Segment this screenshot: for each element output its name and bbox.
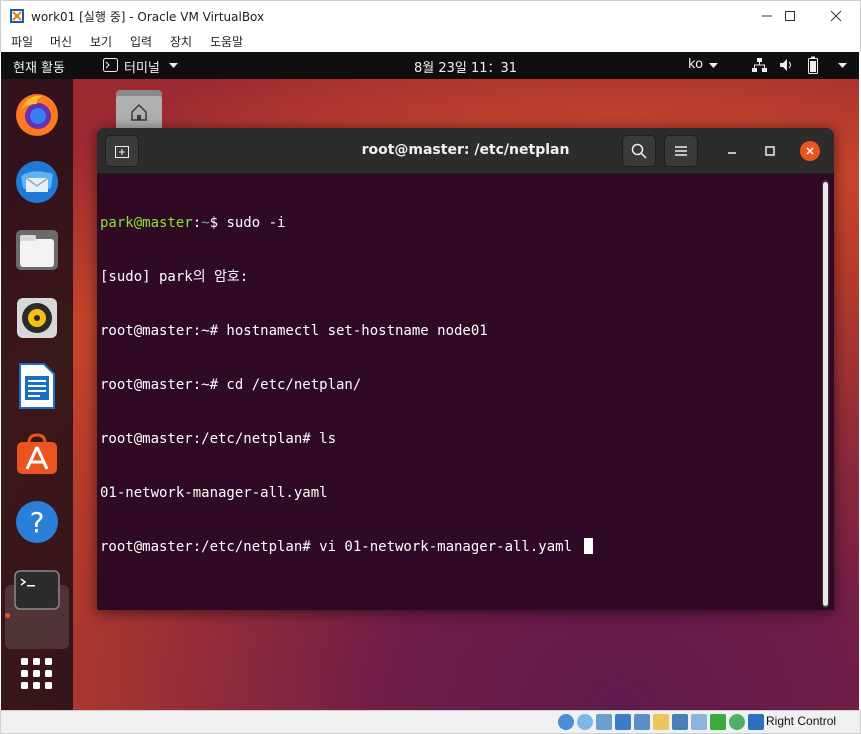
scrollbar-thumb[interactable] — [823, 182, 828, 606]
network-icon[interactable] — [751, 57, 767, 73]
terminal-minimize-button[interactable] — [722, 141, 742, 161]
terminal-line: park@master:~$ sudo -i — [100, 214, 820, 232]
maximize-button[interactable] — [767, 1, 813, 31]
terminal-line: 01-network-manager-all.yaml — [100, 485, 328, 501]
network-adapter-icon[interactable] — [615, 714, 631, 730]
dock: ? — [1, 79, 73, 710]
menu-file[interactable]: 파일 — [11, 33, 33, 50]
close-icon — [806, 147, 814, 155]
svg-text:?: ? — [30, 506, 45, 539]
audio-icon[interactable] — [596, 714, 612, 730]
shared-folders-icon[interactable] — [653, 714, 669, 730]
gnome-topbar: 현재 활동 터미널 8월 23일 11：31 ko — [1, 52, 859, 79]
mouse-integration-icon[interactable] — [729, 714, 745, 730]
cpu-virtualization-icon[interactable] — [710, 714, 726, 730]
home-folder-icon[interactable] — [115, 88, 163, 132]
dock-firefox[interactable] — [12, 89, 62, 139]
prompt-separator: : — [192, 215, 202, 231]
chevron-down-icon — [169, 63, 178, 68]
terminal-window: root@master: /etc/netplan park@master:~$… — [97, 128, 834, 610]
terminal-headerbar: root@master: /etc/netplan — [97, 128, 834, 174]
help-icon: ? — [16, 501, 58, 543]
hard-disk-icon[interactable] — [558, 714, 574, 730]
minimize-icon — [728, 152, 736, 154]
vbox-titlebar: work01 [실행 중] - Oracle VM VirtualBox — [0, 0, 861, 30]
close-icon — [830, 10, 842, 22]
search-icon — [631, 143, 647, 159]
dock-software[interactable] — [12, 429, 62, 479]
menu-input[interactable]: 입력 — [130, 33, 152, 50]
terminal-line: [sudo] park의 암호: — [100, 269, 249, 285]
input-method[interactable]: ko — [688, 57, 703, 72]
battery-icon[interactable] — [807, 56, 819, 74]
volume-icon[interactable] — [779, 58, 795, 72]
dock-terminal[interactable] — [12, 565, 62, 615]
terminal-line: root@master:/etc/netplan# vi 01-network-… — [100, 538, 820, 556]
dock-help[interactable]: ? — [12, 497, 62, 547]
close-button[interactable] — [813, 1, 859, 31]
activities-button[interactable]: 현재 활동 — [13, 57, 65, 76]
terminal-close-button[interactable] — [800, 141, 820, 161]
maximize-icon — [765, 146, 775, 156]
prompt-path: ~ — [201, 215, 210, 231]
command-text: root@master:/etc/netplan# vi 01-network-… — [100, 539, 581, 555]
rhythmbox-icon — [17, 298, 57, 338]
terminal-line: root@master:~# cd /etc/netplan/ — [100, 377, 362, 393]
chevron-down-icon — [709, 63, 718, 68]
terminal-output[interactable]: park@master:~$ sudo -i [sudo] park의 암호: … — [100, 178, 820, 598]
menu-devices[interactable]: 장치 — [170, 33, 192, 50]
terminal-small-icon — [103, 58, 118, 72]
clock[interactable]: 8월 23일 11：31 — [414, 57, 517, 76]
prompt-user: park@master — [100, 215, 193, 231]
app-menu-button[interactable]: 터미널 — [124, 57, 160, 76]
vbox-statusbar: Right Control — [0, 710, 861, 734]
menu-help[interactable]: 도움말 — [210, 33, 243, 50]
search-button[interactable] — [622, 135, 656, 167]
software-icon — [17, 433, 57, 474]
usb-icon[interactable] — [634, 714, 650, 730]
optical-drive-icon[interactable] — [577, 714, 593, 730]
show-applications-button[interactable] — [12, 649, 62, 699]
terminal-maximize-button[interactable] — [760, 141, 780, 161]
prompt-symbol: $ — [209, 215, 227, 231]
maximize-icon — [785, 11, 795, 21]
dock-writer[interactable] — [12, 361, 62, 411]
guest-screen: 현재 활동 터미널 8월 23일 11：31 ko ? root@master:… — [1, 52, 859, 710]
recording-icon[interactable] — [691, 714, 707, 730]
terminal-line: root@master:/etc/netplan# ls — [100, 431, 337, 447]
dock-files[interactable] — [12, 225, 62, 275]
virtualbox-icon — [10, 9, 24, 23]
command-text: sudo -i — [226, 215, 286, 231]
vbox-menubar: 파일 머신 보기 입력 장치 도움말 — [0, 30, 861, 52]
menu-view[interactable]: 보기 — [90, 33, 112, 50]
host-key-label: Right Control — [766, 714, 837, 728]
display-icon[interactable] — [672, 714, 688, 730]
text-cursor — [584, 538, 594, 554]
files-icon — [16, 230, 58, 270]
window-title: work01 [실행 중] - Oracle VM VirtualBox — [31, 10, 265, 24]
libreoffice-writer-icon — [19, 363, 55, 409]
menu-machine[interactable]: 머신 — [50, 33, 72, 50]
terminal-icon — [14, 570, 60, 610]
hamburger-icon — [675, 146, 687, 156]
thunderbird-icon — [16, 161, 58, 203]
dock-rhythmbox[interactable] — [12, 293, 62, 343]
firefox-icon — [16, 94, 58, 136]
grid-icon — [21, 658, 52, 689]
dock-thunderbird[interactable] — [12, 157, 62, 207]
system-menu-chevron-icon[interactable] — [838, 63, 847, 69]
running-indicator — [5, 613, 10, 618]
terminal-line: root@master:~# hostnamectl set-hostname … — [100, 323, 488, 339]
menu-button[interactable] — [664, 135, 698, 167]
host-key-icon[interactable] — [748, 714, 764, 730]
